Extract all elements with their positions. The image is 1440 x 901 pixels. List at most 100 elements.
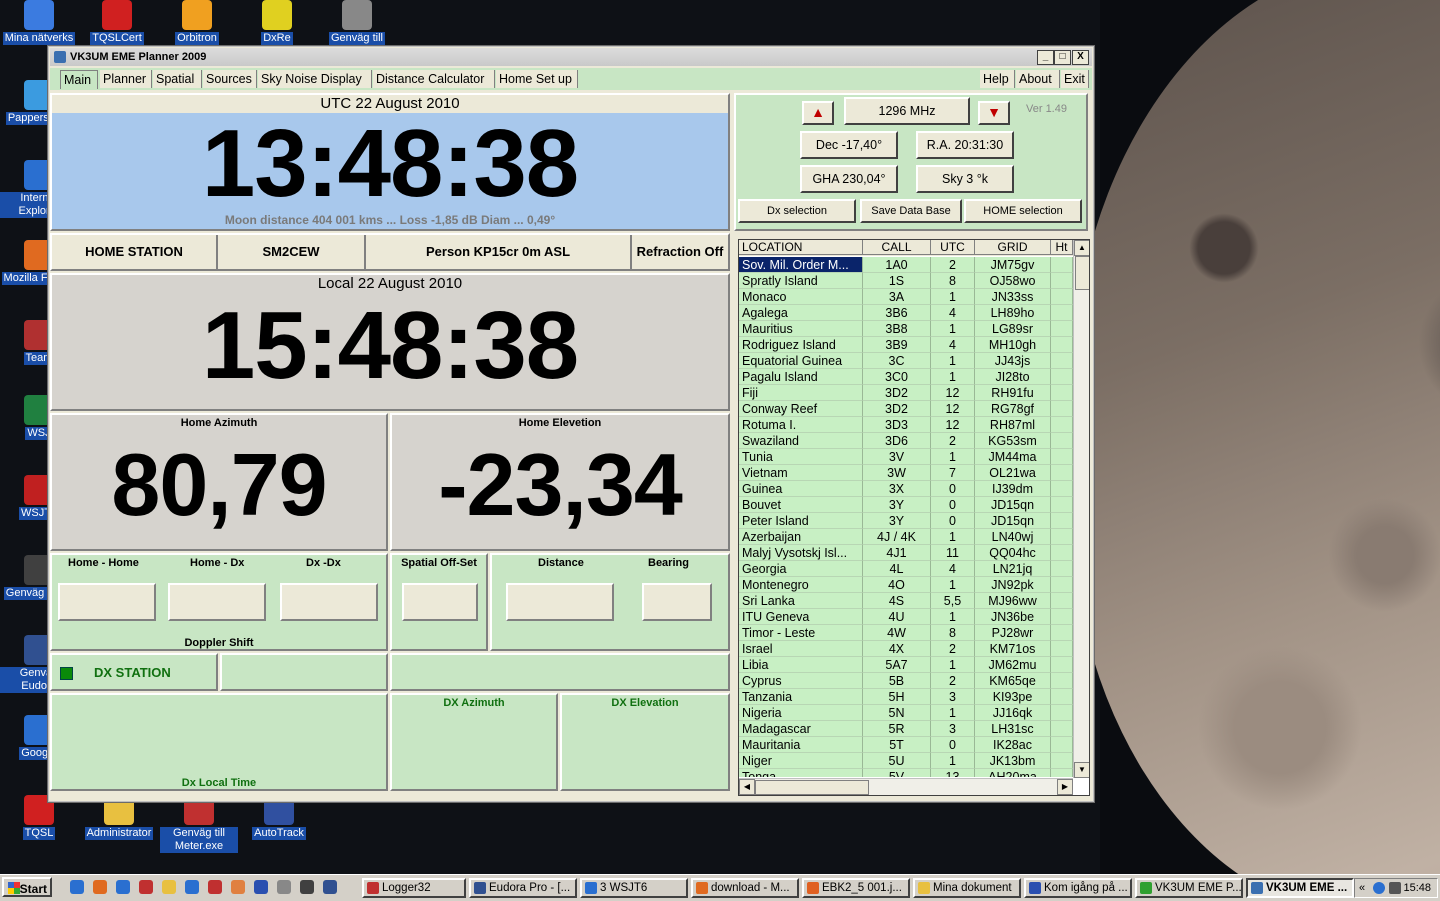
table-row[interactable]: Sri Lanka 4S 5,5 MJ96ww [739, 593, 1073, 609]
table-row[interactable]: Israel 4X 2 KM71os [739, 641, 1073, 657]
quick-launch-icon[interactable] [116, 880, 130, 894]
dx-callsign-field[interactable] [220, 653, 388, 691]
table-row[interactable]: Conway Reef 3D2 12 RG78gf [739, 401, 1073, 417]
taskbar-item[interactable]: Mina dokument [913, 878, 1021, 898]
desktop-icon-tqslcert[interactable]: TQSLCert [78, 0, 156, 45]
quick-launch-icon[interactable] [70, 880, 84, 894]
close-button[interactable]: X [1072, 50, 1089, 65]
menu-main[interactable]: Main [60, 70, 98, 89]
table-row[interactable]: Spratly Island 1S 8 OJ58wo [739, 273, 1073, 289]
menu-exit[interactable]: Exit [1061, 70, 1089, 88]
taskbar-item[interactable]: VK3UM EME ... [1246, 878, 1354, 898]
menu-planner[interactable]: Planner [100, 70, 152, 88]
table-row[interactable]: Agalega 3B6 4 LH89ho [739, 305, 1073, 321]
table-row[interactable]: Libia 5A7 1 JM62mu [739, 657, 1073, 673]
menu-spatial[interactable]: Spatial [153, 70, 202, 88]
table-row[interactable]: Rodriguez Island 3B9 4 MH10gh [739, 337, 1073, 353]
col-ht-header[interactable]: Ht [1051, 240, 1073, 255]
table-row[interactable]: Fiji 3D2 12 RH91fu [739, 385, 1073, 401]
desktop-icon-genvag[interactable]: Genväg till [318, 0, 396, 45]
horizontal-scrollbar[interactable]: ◀ ▶ [739, 778, 1073, 795]
table-row[interactable]: Madagascar 5R 3 LH31sc [739, 721, 1073, 737]
table-row[interactable]: Pagalu Island 3C0 1 JI28to [739, 369, 1073, 385]
clock[interactable]: 15:48 [1403, 879, 1431, 897]
frequency-display[interactable]: 1296 MHz [844, 97, 970, 125]
quick-launch-icon[interactable] [231, 880, 245, 894]
table-row[interactable]: Tunia 3V 1 JM44ma [739, 449, 1073, 465]
taskbar-item[interactable]: VK3UM EME P... [1135, 878, 1243, 898]
scroll-down-icon[interactable]: ▼ [1074, 762, 1089, 778]
table-row[interactable]: Monaco 3A 1 JN33ss [739, 289, 1073, 305]
col-location-header[interactable]: LOCATION [739, 240, 863, 255]
table-row[interactable]: Swaziland 3D6 2 KG53sm [739, 433, 1073, 449]
desktop-icon-dxr[interactable]: DxRe [238, 0, 316, 45]
start-button[interactable]: Start [2, 877, 52, 897]
menu-about[interactable]: About [1016, 70, 1060, 88]
taskbar-item[interactable]: 3 WSJT6 [580, 878, 688, 898]
table-row[interactable]: Bouvet 3Y 0 JD15qn [739, 497, 1073, 513]
taskbar-item[interactable]: EBK2_5 001.j... [802, 878, 910, 898]
desktop-icon-network[interactable]: Mina nätverks [0, 0, 78, 45]
quick-launch-icon[interactable] [185, 880, 199, 894]
taskbar-item[interactable]: Kom igång på ... [1024, 878, 1132, 898]
desktop-icon-meter[interactable]: Genväg till Meter.exe [160, 795, 238, 853]
home-selection-button[interactable]: HOME selection [964, 199, 1082, 223]
table-row[interactable]: Equatorial Guinea 3C 1 JJ43js [739, 353, 1073, 369]
scroll-left-icon[interactable]: ◀ [739, 779, 755, 795]
table-row[interactable]: Vietnam 3W 7 OL21wa [739, 465, 1073, 481]
menu-distance-calculator[interactable]: Distance Calculator [373, 70, 495, 88]
freq-up-button[interactable]: ▲ [802, 101, 834, 125]
quick-launch-icon[interactable] [208, 880, 222, 894]
hscroll-thumb[interactable] [755, 780, 869, 795]
table-row[interactable]: Mauritius 3B8 1 LG89sr [739, 321, 1073, 337]
dx-selection-button[interactable]: Dx selection [738, 199, 856, 223]
table-row[interactable]: Timor - Leste 4W 8 PJ28wr [739, 625, 1073, 641]
quick-launch-icon[interactable] [139, 880, 153, 894]
taskbar-item[interactable]: Logger32 [362, 878, 466, 898]
menu-home-set-up[interactable]: Home Set up [496, 70, 578, 88]
vertical-scrollbar[interactable]: ▲ ▼ [1073, 240, 1089, 778]
scroll-up-icon[interactable]: ▲ [1074, 240, 1089, 256]
quick-launch-icon[interactable] [300, 880, 314, 894]
table-row[interactable]: Sov. Mil. Order M... 1A0 2 JM75gv [739, 257, 1073, 273]
table-row[interactable]: Guinea 3X 0 IJ39dm [739, 481, 1073, 497]
table-row[interactable]: Peter Island 3Y 0 JD15qn [739, 513, 1073, 529]
table-row[interactable]: Tonga 5V 13 AH20ma [739, 769, 1073, 777]
minimize-button[interactable]: _ [1037, 50, 1054, 65]
col-grid-header[interactable]: GRID [975, 240, 1051, 255]
network-tray-icon[interactable] [1373, 882, 1385, 894]
tray-expand-icon[interactable]: « [1359, 879, 1365, 897]
desktop-icon-orbitron[interactable]: Orbitron [158, 0, 236, 45]
table-row[interactable]: Malyj Vysotskj Isl... 4J1 11 QQ04hc [739, 545, 1073, 561]
taskbar-item[interactable]: Eudora Pro - [... [469, 878, 577, 898]
volume-tray-icon[interactable] [1389, 882, 1401, 894]
table-row[interactable]: Georgia 4L 4 LN21jq [739, 561, 1073, 577]
table-row[interactable]: Nigeria 5N 1 JJ16qk [739, 705, 1073, 721]
col-utc-header[interactable]: UTC [931, 240, 975, 255]
menu-help[interactable]: Help [980, 70, 1015, 88]
scroll-thumb[interactable] [1075, 256, 1089, 290]
menu-sky-noise-display[interactable]: Sky Noise Display [258, 70, 372, 88]
quick-launch-icon[interactable] [162, 880, 176, 894]
quick-launch-icon[interactable] [93, 880, 107, 894]
freq-down-button[interactable]: ▼ [978, 101, 1010, 125]
refraction-toggle[interactable]: Refraction Off [632, 235, 728, 269]
table-row[interactable]: Rotuma I. 3D3 12 RH87ml [739, 417, 1073, 433]
save-database-button[interactable]: Save Data Base [860, 199, 962, 223]
taskbar-item[interactable]: download - M... [691, 878, 799, 898]
quick-launch-icon[interactable] [323, 880, 337, 894]
table-row[interactable]: Cyprus 5B 2 KM65qe [739, 673, 1073, 689]
table-row[interactable]: Mauritania 5T 0 IK28ac [739, 737, 1073, 753]
table-row[interactable]: Montenegro 4O 1 JN92pk [739, 577, 1073, 593]
col-call-header[interactable]: CALL [863, 240, 931, 255]
table-row[interactable]: Tanzania 5H 3 KI93pe [739, 689, 1073, 705]
menu-sources[interactable]: Sources [203, 70, 257, 88]
quick-launch-icon[interactable] [277, 880, 291, 894]
table-row[interactable]: ITU Geneva 4U 1 JN36be [739, 609, 1073, 625]
quick-launch-icon[interactable] [254, 880, 268, 894]
scroll-right-icon[interactable]: ▶ [1057, 779, 1073, 795]
location-grid[interactable]: LOCATION CALL UTC GRID Ht Sov. Mil. Orde… [738, 239, 1090, 796]
table-row[interactable]: Azerbaijan 4J / 4K 1 LN40wj [739, 529, 1073, 545]
maximize-button[interactable]: □ [1054, 50, 1071, 65]
table-row[interactable]: Niger 5U 1 JK13bm [739, 753, 1073, 769]
